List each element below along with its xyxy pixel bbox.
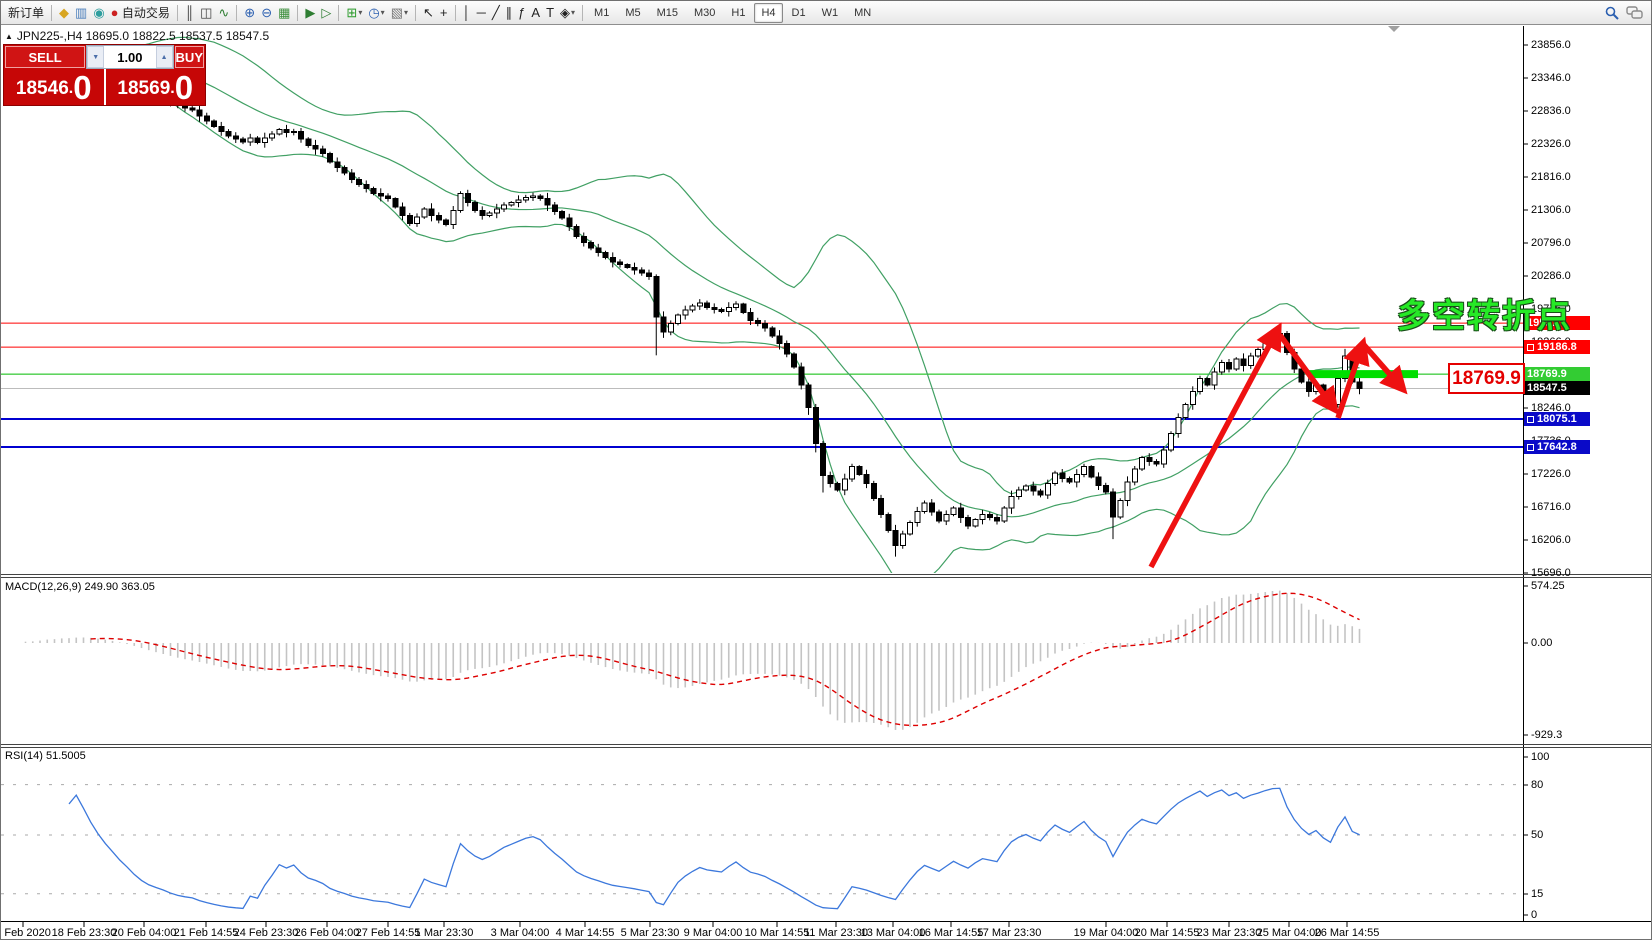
turning-point-annotation: 多空转折点 <box>1397 289 1572 337</box>
symbol-marker-icon: ▲ <box>5 32 13 41</box>
price-tag-annotation: 18769.9 <box>1448 363 1525 394</box>
drawings-layer <box>1151 331 1418 567</box>
macd-name: MACD(12,26,9) <box>5 581 81 593</box>
macd-values: 249.90 363.05 <box>84 581 154 593</box>
volume-increase-button[interactable]: ▲ <box>156 46 173 68</box>
volume-box: ▼ 1.00 ▲ <box>86 45 173 69</box>
buy-price-int: 18569 <box>117 74 170 104</box>
bollinger-layer <box>33 37 1360 588</box>
buy-button[interactable]: BUY <box>175 46 204 68</box>
macd-label: MACD(12,26,9) 249.90 363.05 <box>5 581 155 593</box>
one-click-trading-panel: SELL ▼ 1.00 ▲ BUY 18546.0 18569.0 <box>3 44 206 106</box>
rsi-label: RSI(14) 51.5005 <box>5 750 86 762</box>
hline-objects-layer <box>1 323 1523 447</box>
buy-price-frac: 0 <box>175 71 193 104</box>
volume-input[interactable]: 1.00 <box>104 46 155 68</box>
sell-price-int: 18546 <box>16 74 69 104</box>
volume-decrease-button[interactable]: ▼ <box>87 46 104 68</box>
chart-title-text: JPN225-,H4 18695.0 18822.5 18537.5 18547… <box>17 29 269 43</box>
chart-canvas[interactable] <box>1 1 1652 940</box>
chart-title: ▲ JPN225-,H4 18695.0 18822.5 18537.5 185… <box>5 29 269 43</box>
sell-price-frac: 0 <box>73 71 91 104</box>
buy-price[interactable]: 18569.0 <box>106 69 206 105</box>
sell-button[interactable]: SELL <box>5 46 85 68</box>
rsi-value: 51.5005 <box>46 750 86 762</box>
terminal-window: 新订单 ◆▥◉ ● 自动交易 ║◫∿⊕⊖▦▶▷⊞▾◷▾▧▾↖+│─╱∥ƒAT◈▾… <box>0 0 1652 940</box>
sell-price[interactable]: 18546.0 <box>4 69 104 105</box>
rsi-name: RSI(14) <box>5 750 43 762</box>
macd-layer <box>26 591 1360 730</box>
